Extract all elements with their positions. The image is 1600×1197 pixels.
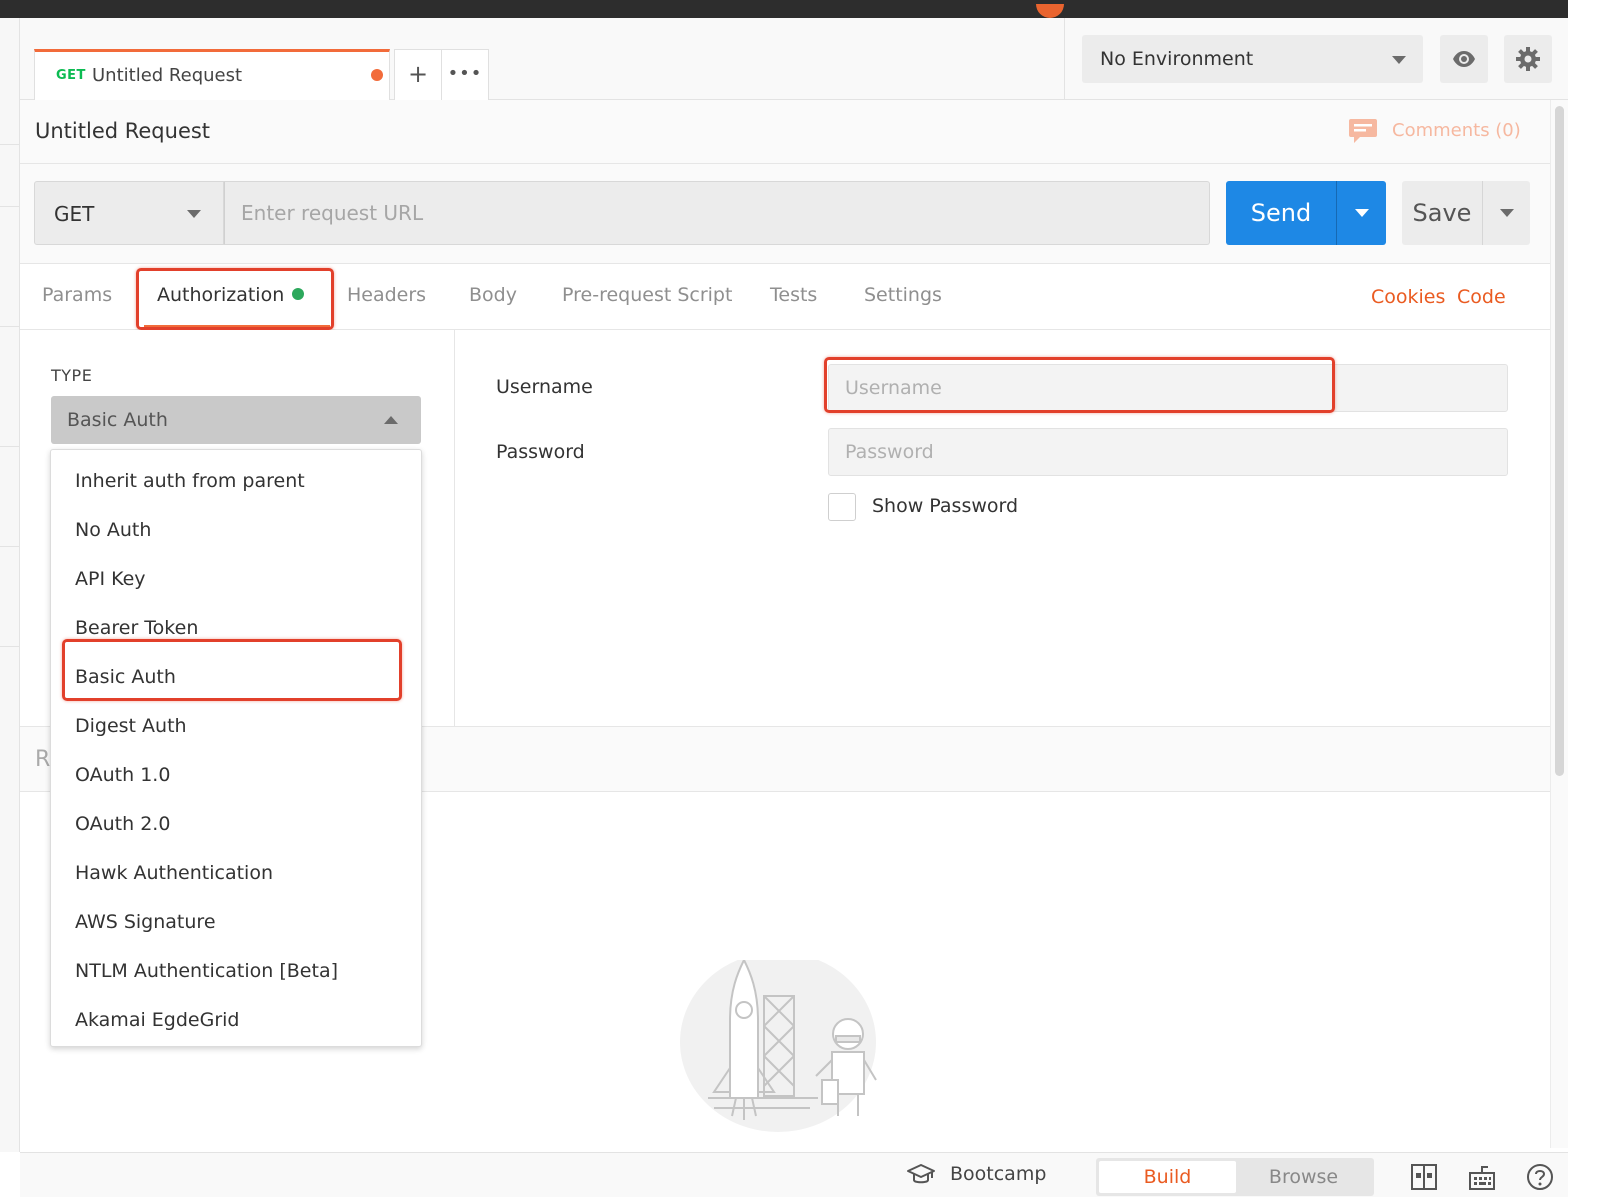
auth-option-no-auth[interactable]: No Auth <box>75 519 151 541</box>
save-button[interactable]: Save <box>1402 181 1482 245</box>
auth-type-select-value: Basic Auth <box>67 409 168 431</box>
build-browse-toggle: Build Browse <box>1096 1158 1374 1196</box>
manage-environments-button[interactable] <box>1504 35 1552 83</box>
tab-settings[interactable]: Settings <box>864 284 942 306</box>
page-title[interactable]: Untitled Request <box>35 119 210 143</box>
auth-option-oauth-1[interactable]: OAuth 1.0 <box>75 764 170 786</box>
tab-headers[interactable]: Headers <box>347 284 426 306</box>
send-options-button[interactable] <box>1336 181 1386 245</box>
rocket-launch-illustration <box>680 960 877 1132</box>
help-icon[interactable] <box>1526 1163 1554 1191</box>
browse-mode-button[interactable]: Browse <box>1236 1161 1371 1193</box>
auth-option-akamai[interactable]: Akamai EgdeGrid <box>75 1009 239 1031</box>
password-input[interactable] <box>828 428 1508 476</box>
show-password-label[interactable]: Show Password <box>872 495 1018 517</box>
auth-option-aws-signature[interactable]: AWS Signature <box>75 911 216 933</box>
url-bar-row: GET Send Save <box>20 164 1550 264</box>
environment-select-value: No Environment <box>1100 48 1254 70</box>
new-tab-button[interactable]: + <box>394 49 442 101</box>
password-label: Password <box>496 441 585 463</box>
show-password-checkbox[interactable] <box>828 493 856 521</box>
annotation-highlight-username <box>824 357 1335 413</box>
auth-option-hawk[interactable]: Hawk Authentication <box>75 862 273 884</box>
code-link[interactable]: Code <box>1457 286 1506 308</box>
chevron-down-icon <box>1500 209 1514 217</box>
unsaved-changes-dot <box>371 69 383 81</box>
response-label-partial: R <box>35 747 51 772</box>
graduation-cap-icon <box>907 1164 935 1184</box>
auth-option-api-key[interactable]: API Key <box>75 568 146 590</box>
annotation-highlight-basic-auth <box>62 639 402 701</box>
auth-option-oauth-2[interactable]: OAuth 2.0 <box>75 813 170 835</box>
scrollbar-thumb[interactable] <box>1555 106 1564 776</box>
main-scrollbar[interactable] <box>1550 100 1568 1148</box>
status-footer: Bootcamp Build Browse <box>20 1152 1568 1197</box>
auth-option-bearer-token[interactable]: Bearer Token <box>75 617 198 639</box>
environment-select[interactable]: No Environment <box>1082 35 1423 83</box>
environment-quick-look-button[interactable] <box>1440 35 1488 83</box>
window-top-bar <box>0 0 1568 18</box>
method-select[interactable]: GET <box>34 181 224 245</box>
cookies-link[interactable]: Cookies <box>1371 286 1445 308</box>
gear-icon <box>1516 47 1540 71</box>
request-tab-name: Untitled Request <box>92 65 243 86</box>
window-right-margin <box>1568 0 1600 1197</box>
chevron-down-icon <box>1392 56 1406 64</box>
auth-option-ntlm[interactable]: NTLM Authentication [Beta] <box>75 960 338 982</box>
notification-indicator <box>1036 4 1064 18</box>
request-tab[interactable]: GET Untitled Request <box>34 49 390 101</box>
tab-body[interactable]: Body <box>469 284 517 306</box>
request-title-row: Untitled Request Comments (0) <box>20 100 1550 164</box>
tab-tests[interactable]: Tests <box>770 284 817 306</box>
two-pane-icon[interactable] <box>1410 1163 1438 1191</box>
auth-option-digest-auth[interactable]: Digest Auth <box>75 715 187 737</box>
auth-type-dropdown-menu: Inherit auth from parent No Auth API Key… <box>50 449 422 1047</box>
chevron-up-icon <box>384 416 398 424</box>
username-label: Username <box>496 376 593 398</box>
keyboard-icon[interactable] <box>1468 1163 1496 1191</box>
eye-icon <box>1453 51 1475 67</box>
auth-option-inherit[interactable]: Inherit auth from parent <box>75 470 305 492</box>
chevron-down-icon <box>1355 209 1369 217</box>
chevron-down-icon <box>187 210 201 218</box>
method-select-value: GET <box>54 202 95 226</box>
url-input[interactable] <box>224 181 1210 245</box>
request-tab-method: GET <box>56 68 86 83</box>
comment-icon <box>1349 119 1377 143</box>
more-tabs-button[interactable]: ••• <box>441 49 489 101</box>
send-button[interactable]: Send <box>1226 181 1336 245</box>
auth-type-select[interactable]: Basic Auth <box>51 396 421 444</box>
tab-pre-request-script[interactable]: Pre-request Script <box>562 284 732 306</box>
annotation-highlight-authorization-tab <box>136 268 334 330</box>
comments-label: Comments (0) <box>1392 120 1521 141</box>
environment-toolbar: No Environment <box>1064 18 1568 100</box>
request-tab-strip: GET Untitled Request + ••• <box>20 18 1064 101</box>
save-options-button[interactable] <box>1482 181 1530 245</box>
build-mode-button[interactable]: Build <box>1099 1161 1236 1193</box>
sidebar-collapsed-strip <box>0 18 20 1152</box>
auth-type-label: TYPE <box>51 366 93 385</box>
tab-params[interactable]: Params <box>42 284 112 306</box>
bootcamp-label: Bootcamp <box>950 1163 1047 1185</box>
